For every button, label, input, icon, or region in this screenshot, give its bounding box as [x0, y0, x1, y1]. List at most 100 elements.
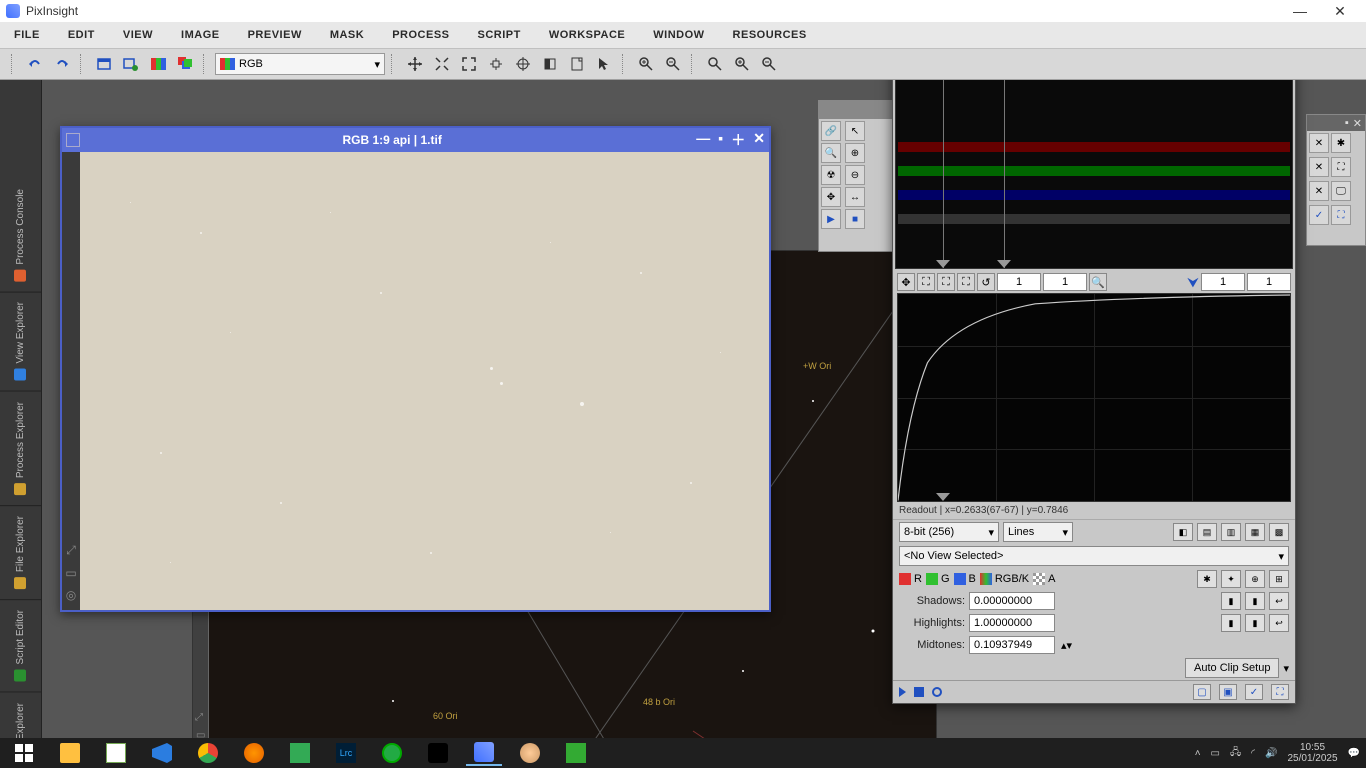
hz-zoom-b-input[interactable] [1043, 273, 1087, 291]
crop-tool-button[interactable] [538, 52, 562, 76]
hz-zoom-a-input[interactable] [997, 273, 1041, 291]
zoom-in-button[interactable] [634, 52, 658, 76]
stf2-check[interactable]: ✓ [1309, 205, 1329, 225]
explorer-taskbar-button[interactable] [52, 740, 88, 766]
rgb-overlap-button[interactable] [173, 52, 197, 76]
new-window-button[interactable] [92, 52, 116, 76]
image-window-plus-button[interactable]: ＋ [731, 130, 745, 150]
expand-tool-button[interactable] [457, 52, 481, 76]
sidebar-process-explorer[interactable]: Process Explorer [0, 392, 41, 506]
hz-fit-button[interactable]: ⛶ [917, 273, 935, 291]
hist-opt-4-button[interactable]: ⊞ [1269, 570, 1289, 588]
fit-tool-button[interactable] [430, 52, 454, 76]
channel-a-button[interactable]: A [1033, 573, 1055, 585]
view-selector[interactable]: <No View Selected>▾ [899, 546, 1289, 566]
highlights-hist-1-button[interactable]: ▮ [1221, 614, 1241, 632]
hz-contract-button[interactable]: ⛶ [937, 273, 955, 291]
stf2-shade-button[interactable]: ▪ [1345, 117, 1349, 129]
hz-reset-button[interactable]: ↺ [977, 273, 995, 291]
lightroom-taskbar-button[interactable]: Lrc [328, 740, 364, 766]
stf2-close-button[interactable]: ✕ [1353, 117, 1362, 130]
hz-dropdown-icon[interactable]: ⮟ [1187, 274, 1199, 291]
histogram-apply-global-button[interactable] [914, 687, 924, 697]
histogram-realtime-button[interactable] [932, 687, 942, 697]
stf2-reset-r[interactable]: ✕ [1309, 133, 1329, 153]
menu-view[interactable]: VIEW [123, 29, 153, 41]
image-window-minimize-button[interactable]: — [696, 130, 710, 150]
stf-stop-button[interactable]: ■ [845, 209, 865, 229]
stf-link-button[interactable]: 🔗 [821, 121, 841, 141]
highlights-hist-2-button[interactable]: ▮ [1245, 614, 1265, 632]
highlights-hist-3-button[interactable]: ↩ [1269, 614, 1289, 632]
firefox-taskbar-button[interactable] [236, 740, 272, 766]
hz-move-button[interactable]: ✥ [897, 273, 915, 291]
page-tool-button[interactable] [565, 52, 589, 76]
stf2-display[interactable]: 🖵 [1331, 181, 1351, 201]
center-tool-button[interactable] [484, 52, 508, 76]
menu-process[interactable]: PROCESS [392, 29, 449, 41]
menu-script[interactable]: SCRIPT [478, 29, 521, 41]
menu-edit[interactable]: EDIT [68, 29, 95, 41]
hist-opt-2-button[interactable]: ✦ [1221, 570, 1241, 588]
hist-view-3-button[interactable]: ▥ [1221, 523, 1241, 541]
window-close-button[interactable]: ✕ [1320, 3, 1360, 20]
stf2-collapse[interactable]: ⛶ [1331, 205, 1351, 225]
shadows-hist-1-button[interactable]: ▮ [1221, 592, 1241, 610]
tray-wifi-icon[interactable]: ◜ [1251, 748, 1255, 759]
stf-zoom-in-button[interactable]: ⊕ [845, 143, 865, 163]
bit-depth-select[interactable]: 8-bit (256)▾ [899, 522, 999, 542]
hz-zoom-tool-button[interactable]: 🔍 [1089, 273, 1107, 291]
stf-pointer-button[interactable]: ↖ [845, 121, 865, 141]
app-2-taskbar-button[interactable] [374, 740, 410, 766]
hist-view-1-button[interactable]: ◧ [1173, 523, 1193, 541]
image-window-close-button[interactable]: ✕ [753, 130, 765, 150]
new-window-plus-button[interactable] [119, 52, 143, 76]
midtones-input[interactable] [969, 636, 1055, 654]
menu-file[interactable]: FILE [14, 29, 40, 41]
histogram-input-display[interactable] [895, 80, 1293, 269]
notepad-taskbar-button[interactable] [98, 740, 134, 766]
stf2-expand[interactable]: ⛶ [1331, 157, 1351, 177]
app-3-taskbar-button[interactable] [420, 740, 456, 766]
pointer-tool-button[interactable] [592, 52, 616, 76]
histogram-check-button[interactable]: ✓ [1245, 684, 1263, 700]
sidebar-script-editor[interactable]: Script Editor [0, 600, 41, 692]
chrome-taskbar-button[interactable] [190, 740, 226, 766]
channel-r-button[interactable]: R [899, 573, 922, 585]
hist-view-4-button[interactable]: ▦ [1245, 523, 1265, 541]
start-button[interactable] [6, 740, 42, 766]
hist-view-2-button[interactable]: ▤ [1197, 523, 1217, 541]
zoom-in-2-button[interactable] [730, 52, 754, 76]
zoom-out-button[interactable] [661, 52, 685, 76]
tray-volume-icon[interactable]: 🔊 [1265, 748, 1277, 759]
stf2-reset-g[interactable]: ✕ [1309, 157, 1329, 177]
tray-chevron-icon[interactable]: ˄ [1195, 748, 1201, 759]
tray-notifications-icon[interactable]: 💬 [1348, 748, 1360, 759]
target-tool-button[interactable] [511, 52, 535, 76]
app-4-taskbar-button[interactable] [558, 740, 594, 766]
channel-g-button[interactable]: G [926, 573, 950, 585]
channel-rgbk-button[interactable]: RGB/K [980, 573, 1029, 585]
vscode-taskbar-button[interactable] [144, 740, 180, 766]
hist-opt-1-button[interactable]: ✱ [1197, 570, 1217, 588]
histogram-browse-button[interactable]: ▣ [1219, 684, 1237, 700]
histogram-curve-display[interactable] [897, 293, 1291, 502]
menu-window[interactable]: WINDOW [653, 29, 704, 41]
move-tool-button[interactable] [403, 52, 427, 76]
histogram-newinstance-button[interactable]: ▢ [1193, 684, 1211, 700]
sidebar-process-console[interactable]: Process Console [0, 179, 41, 293]
shadows-hist-3-button[interactable]: ↩ [1269, 592, 1289, 610]
stf-zoom-out-button[interactable]: ⊖ [845, 165, 865, 185]
hz-zoom-c-input[interactable] [1201, 273, 1245, 291]
stf-pan-button[interactable]: ✥ [821, 187, 841, 207]
undo-button[interactable] [23, 52, 47, 76]
window-minimize-button[interactable]: — [1280, 3, 1320, 19]
highlights-input[interactable] [969, 614, 1055, 632]
redo-button[interactable] [50, 52, 74, 76]
menu-workspace[interactable]: WORKSPACE [549, 29, 625, 41]
stf-zoom-button[interactable]: 🔍 [821, 143, 841, 163]
histogram-reset-button[interactable]: ⛶ [1271, 684, 1289, 700]
hist-opt-3-button[interactable]: ⊕ [1245, 570, 1265, 588]
image-canvas[interactable] [80, 152, 769, 610]
stf-nuclear-button[interactable]: ☢ [821, 165, 841, 185]
